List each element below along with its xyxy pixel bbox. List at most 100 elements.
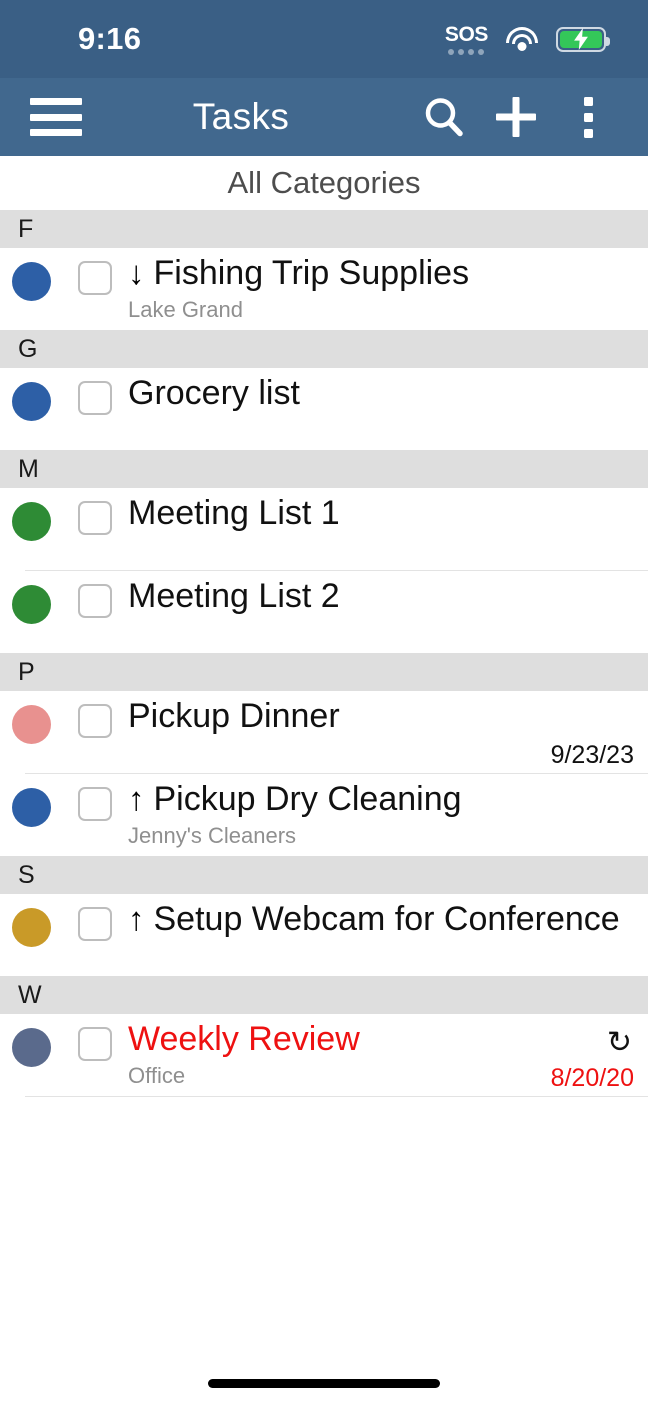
section-header: P [0, 653, 648, 691]
task-color-dot-cell [0, 571, 62, 653]
task-row[interactable]: Grocery list [0, 368, 648, 450]
task-title: Setup Webcam for Conference [153, 900, 620, 938]
task-body: Weekly Review Office 8/20/20 [128, 1014, 634, 1096]
task-meta-line: Lake Grand [128, 297, 634, 323]
task-color-dot [11, 1028, 51, 1067]
task-title: Meeting List 1 [128, 494, 340, 532]
task-title: Pickup Dry Cleaning [153, 780, 462, 818]
task-title-line: Meeting List 1 [128, 491, 634, 536]
task-meta-line [128, 537, 634, 563]
task-checkbox-cell [62, 894, 128, 976]
task-title-line: Meeting List 2 [128, 574, 634, 619]
task-checkbox-cell [62, 774, 128, 856]
task-checkbox-cell [62, 691, 128, 773]
high-priority-up-arrow: ↑ [128, 900, 145, 937]
task-title-line: Weekly Review [128, 1017, 634, 1062]
high-priority-up-arrow: ↑ [128, 780, 145, 817]
app-toolbar: Tasks [0, 78, 648, 156]
overflow-menu-button[interactable] [554, 83, 622, 151]
section-header-letter: S [18, 860, 35, 889]
task-row[interactable]: Meeting List 2 [0, 571, 648, 653]
task-note: Office [128, 1062, 186, 1088]
task-body: Meeting List 2 [128, 571, 634, 653]
task-checkbox[interactable] [78, 907, 112, 941]
task-row[interactable]: ↑ Setup Webcam for Conference [0, 894, 648, 976]
task-row[interactable]: ↑ Pickup Dry Cleaning Jenny's Cleaners [0, 774, 648, 856]
recurring-task-icon: ↻ [606, 1026, 632, 1059]
section-header: S [0, 856, 648, 894]
task-body: Meeting List 1 [128, 488, 634, 570]
task-title: Weekly Review [128, 1020, 360, 1058]
task-title-line: ↑ Setup Webcam for Conference [128, 897, 634, 942]
page-title: Tasks [192, 96, 290, 137]
kebab-menu-icon [583, 96, 593, 138]
task-title: Grocery list [128, 374, 300, 412]
low-priority-down-arrow: ↓ [128, 254, 145, 291]
task-title-line: Grocery list [128, 371, 634, 416]
section-header: M [0, 450, 648, 488]
task-row[interactable]: Meeting List 1 [0, 488, 648, 570]
task-divider [25, 1096, 648, 1097]
search-icon [425, 98, 463, 137]
task-color-dot-cell [0, 248, 62, 330]
task-checkbox[interactable] [78, 1027, 112, 1061]
task-checkbox-cell [62, 1014, 128, 1096]
task-checkbox[interactable] [78, 501, 112, 535]
charging-bolt-icon [574, 28, 588, 50]
task-note: Lake Grand [128, 296, 243, 322]
task-checkbox[interactable] [78, 381, 112, 415]
task-checkbox-cell [62, 368, 128, 450]
task-title: Fishing Trip Supplies [153, 254, 470, 292]
task-body: Pickup Dinner 9/23/23 [128, 691, 634, 773]
task-checkbox[interactable] [78, 584, 112, 618]
status-bar-clock: 9:16 [78, 21, 142, 56]
search-button[interactable] [410, 83, 478, 151]
task-checkbox[interactable] [78, 261, 112, 295]
task-color-dot-cell [0, 488, 62, 570]
task-color-dot [11, 382, 51, 421]
section-header-letter: M [18, 454, 39, 483]
phone-screen: 9:16 SOS Tasks All Categories F ↓ Fishin… [0, 0, 648, 1402]
status-bar: 9:16 SOS [0, 0, 648, 78]
task-body: ↓ Fishing Trip Supplies Lake Grand [128, 248, 634, 330]
task-checkbox-cell [62, 248, 128, 330]
task-checkbox[interactable] [78, 704, 112, 738]
sos-icon: SOS [445, 24, 488, 55]
task-title-line: ↑ Pickup Dry Cleaning [128, 777, 634, 822]
task-color-dot [11, 908, 51, 947]
task-meta-line: 9/23/23 [128, 740, 634, 770]
add-task-button[interactable] [482, 83, 550, 151]
task-row[interactable]: ↻ Weekly Review Office 8/20/20 [0, 1014, 648, 1096]
task-body: ↑ Setup Webcam for Conference [128, 894, 634, 976]
toolbar-actions [410, 83, 622, 151]
section-header-letter: G [18, 334, 38, 363]
task-color-dot-cell [0, 368, 62, 450]
section-header: G [0, 330, 648, 368]
task-title-line: ↓ Fishing Trip Supplies [128, 251, 634, 296]
task-checkbox-cell [62, 488, 128, 570]
category-filter-bar[interactable]: All Categories [0, 156, 648, 210]
task-checkbox-cell [62, 571, 128, 653]
task-color-dot-cell [0, 691, 62, 773]
task-color-dot-cell [0, 894, 62, 976]
plus-icon [496, 97, 536, 137]
task-title: Pickup Dinner [128, 697, 340, 735]
task-body: Grocery list [128, 368, 634, 450]
task-meta-line: Office 8/20/20 [128, 1063, 634, 1093]
task-color-dot [11, 788, 51, 827]
task-color-dot [11, 705, 51, 744]
section-header-letter: P [18, 657, 35, 686]
task-color-dot-cell [0, 774, 62, 856]
wifi-icon [505, 26, 539, 52]
home-indicator-bar [208, 1379, 440, 1388]
task-row[interactable]: Pickup Dinner 9/23/23 [0, 691, 648, 773]
task-row[interactable]: ↓ Fishing Trip Supplies Lake Grand [0, 248, 648, 330]
status-bar-indicators: SOS [445, 24, 610, 55]
task-meta-line [128, 943, 634, 969]
task-color-dot [11, 262, 51, 301]
task-note: Jenny's Cleaners [128, 822, 297, 848]
task-meta-line [128, 417, 634, 443]
task-checkbox[interactable] [78, 787, 112, 821]
task-meta-line: Jenny's Cleaners [128, 823, 634, 849]
section-header-letter: W [18, 980, 42, 1009]
